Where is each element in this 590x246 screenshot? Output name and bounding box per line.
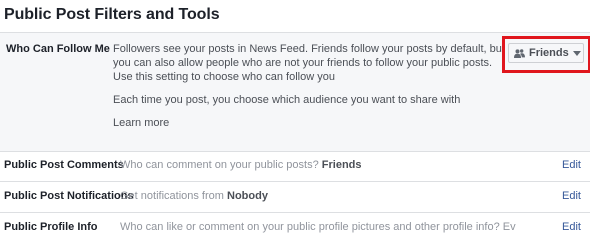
setting-row-value: Ev <box>502 221 516 233</box>
setting-row-value: Nobody <box>227 190 268 202</box>
setting-row-label: Public Post Comments <box>4 159 124 171</box>
setting-row-public-post-notifications: Public Post Notifications Get notificati… <box>0 182 590 213</box>
highlight-annotation-box <box>502 36 590 73</box>
follow-description-text: Followers see your posts in News Feed. F… <box>113 43 505 83</box>
setting-row-description: Get notifications from Nobody <box>120 190 268 202</box>
edit-link[interactable]: Edit <box>562 159 581 171</box>
learn-more-link[interactable]: Learn more <box>113 117 169 129</box>
setting-row-label: Public Profile Info <box>4 221 98 233</box>
setting-row-public-post-comments: Public Post Comments Who can comment on … <box>0 151 590 182</box>
setting-row-label: Public Post Notifications <box>4 190 134 202</box>
setting-row-public-profile-info: Public Profile Info Who can like or comm… <box>0 213 590 243</box>
setting-row-description: Who can comment on your public posts? Fr… <box>120 159 362 171</box>
who-can-follow-label: Who Can Follow Me <box>6 43 110 55</box>
setting-row-value: Friends <box>321 159 362 171</box>
who-can-follow-description: Followers see your posts in News Feed. F… <box>113 42 505 130</box>
setting-row-description: Who can like or comment on your public p… <box>120 221 516 233</box>
edit-link[interactable]: Edit <box>562 221 581 233</box>
audience-description-text: Each time you post, you choose which aud… <box>113 94 461 106</box>
edit-link[interactable]: Edit <box>562 190 581 202</box>
page-title: Public Post Filters and Tools <box>4 6 220 23</box>
